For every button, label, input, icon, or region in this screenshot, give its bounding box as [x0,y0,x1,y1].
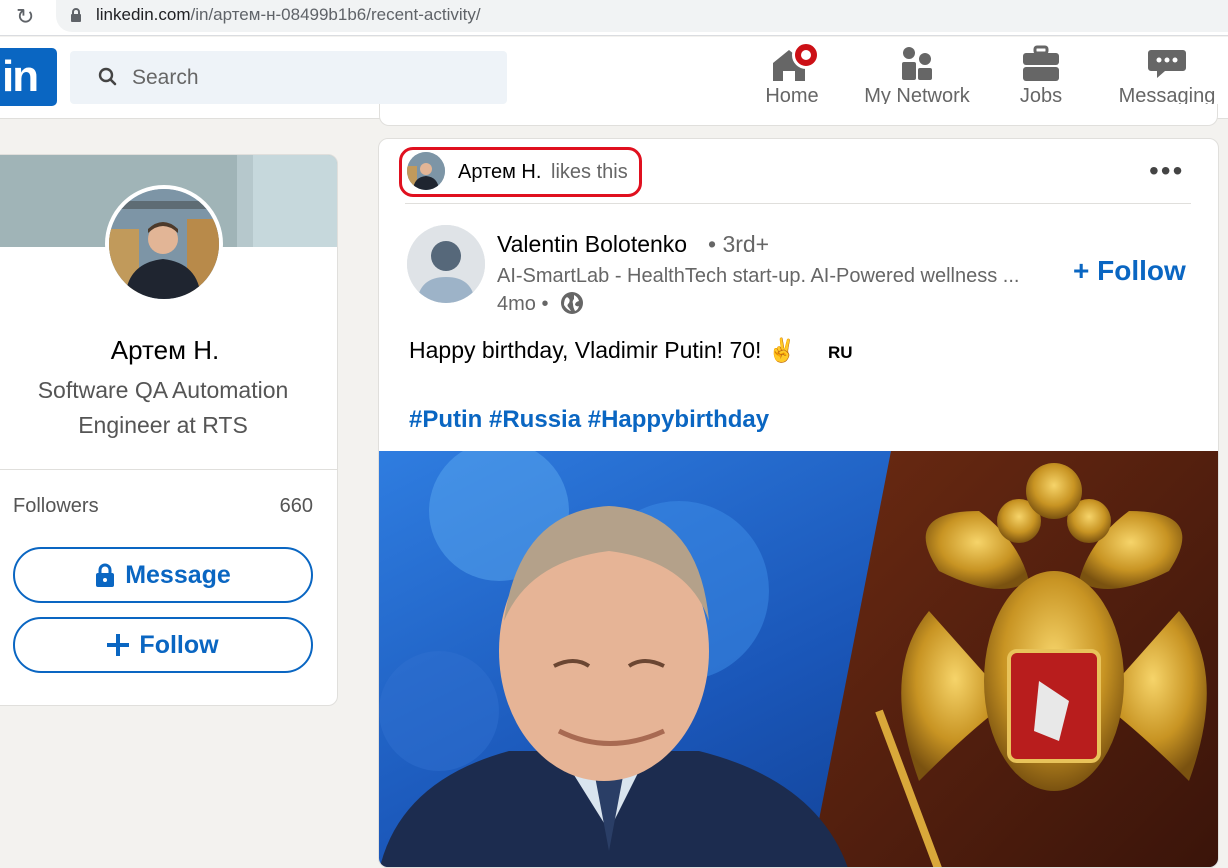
post-follow-label: Follow [1097,255,1186,286]
follow-button-label: Follow [139,630,219,659]
message-button-label: Message [125,560,231,589]
profile-card: Артем Н. Software QA Automation Engineer… [0,154,338,706]
author-headline: AI-SmartLab - HealthTech start-up. AI-Po… [497,265,1020,287]
nav-home[interactable]: Home [756,41,828,108]
more-options-icon[interactable]: ••• [1149,157,1184,185]
post-context-row: Артем Н. likes this ••• [379,139,1218,205]
nav-my-network[interactable]: My Network [856,41,978,108]
chat-icon [1148,50,1186,78]
plus-icon [107,634,130,656]
post-hashtags[interactable]: #Putin #Russia #Happybirthday [409,406,769,434]
post-text: Happy birthday, Vladimir Putin! 70! ✌️ [409,337,797,363]
url-text[interactable]: linkedin.com/in/артем-н-08499b1b6/recent… [96,5,481,25]
lock-icon [71,8,81,22]
language-tag[interactable]: RU [828,343,853,363]
post-image[interactable] [379,451,1218,867]
profile-name[interactable]: Артем Н. [0,335,337,366]
author-avatar[interactable] [407,225,485,303]
search-icon [98,67,117,86]
divider [0,469,337,470]
post-card: Артем Н. likes this ••• Valentin Boloten… [378,138,1219,868]
reload-icon[interactable]: ↻ [16,4,34,30]
post-time: 4mo • [497,293,549,315]
followers-count: 660 [279,495,313,517]
url-domain: linkedin.com [96,5,191,24]
notification-badge [792,41,820,69]
connection-degree: • 3rd+ [708,231,770,257]
profile-headline: Software QA Automation Engineer at RTS [37,377,289,438]
previous-post-edge [379,104,1218,126]
followers-label: Followers [13,495,99,517]
network-icon [902,47,932,80]
search-placeholder: Search [132,66,199,89]
divider [405,203,1191,204]
nav-messaging[interactable]: Messaging [1112,41,1222,108]
message-button[interactable]: Message [13,547,313,603]
globe-icon [561,292,583,314]
url-path: /in/артем-н-08499b1b6/recent-activity/ [190,5,481,24]
search-bar[interactable]: Search [70,51,507,104]
plus-icon: + [1073,255,1090,286]
follow-button[interactable]: Follow [13,617,313,673]
briefcase-icon [1023,45,1059,81]
avatar[interactable] [105,185,223,303]
author-name[interactable]: Valentin Bolotenko [497,231,687,258]
liker-avatar[interactable] [407,152,445,190]
liker-name[interactable]: Артем Н. [458,161,541,184]
browser-address-bar: ↻ linkedin.com/in/артем-н-08499b1b6/rece… [0,0,1228,36]
lock-icon [96,563,115,587]
nav-jobs[interactable]: Jobs [1008,41,1074,108]
post-follow-button[interactable]: + Follow [1073,255,1186,287]
linkedin-logo[interactable]: in [0,48,57,106]
likes-this-text: likes this [551,161,628,183]
